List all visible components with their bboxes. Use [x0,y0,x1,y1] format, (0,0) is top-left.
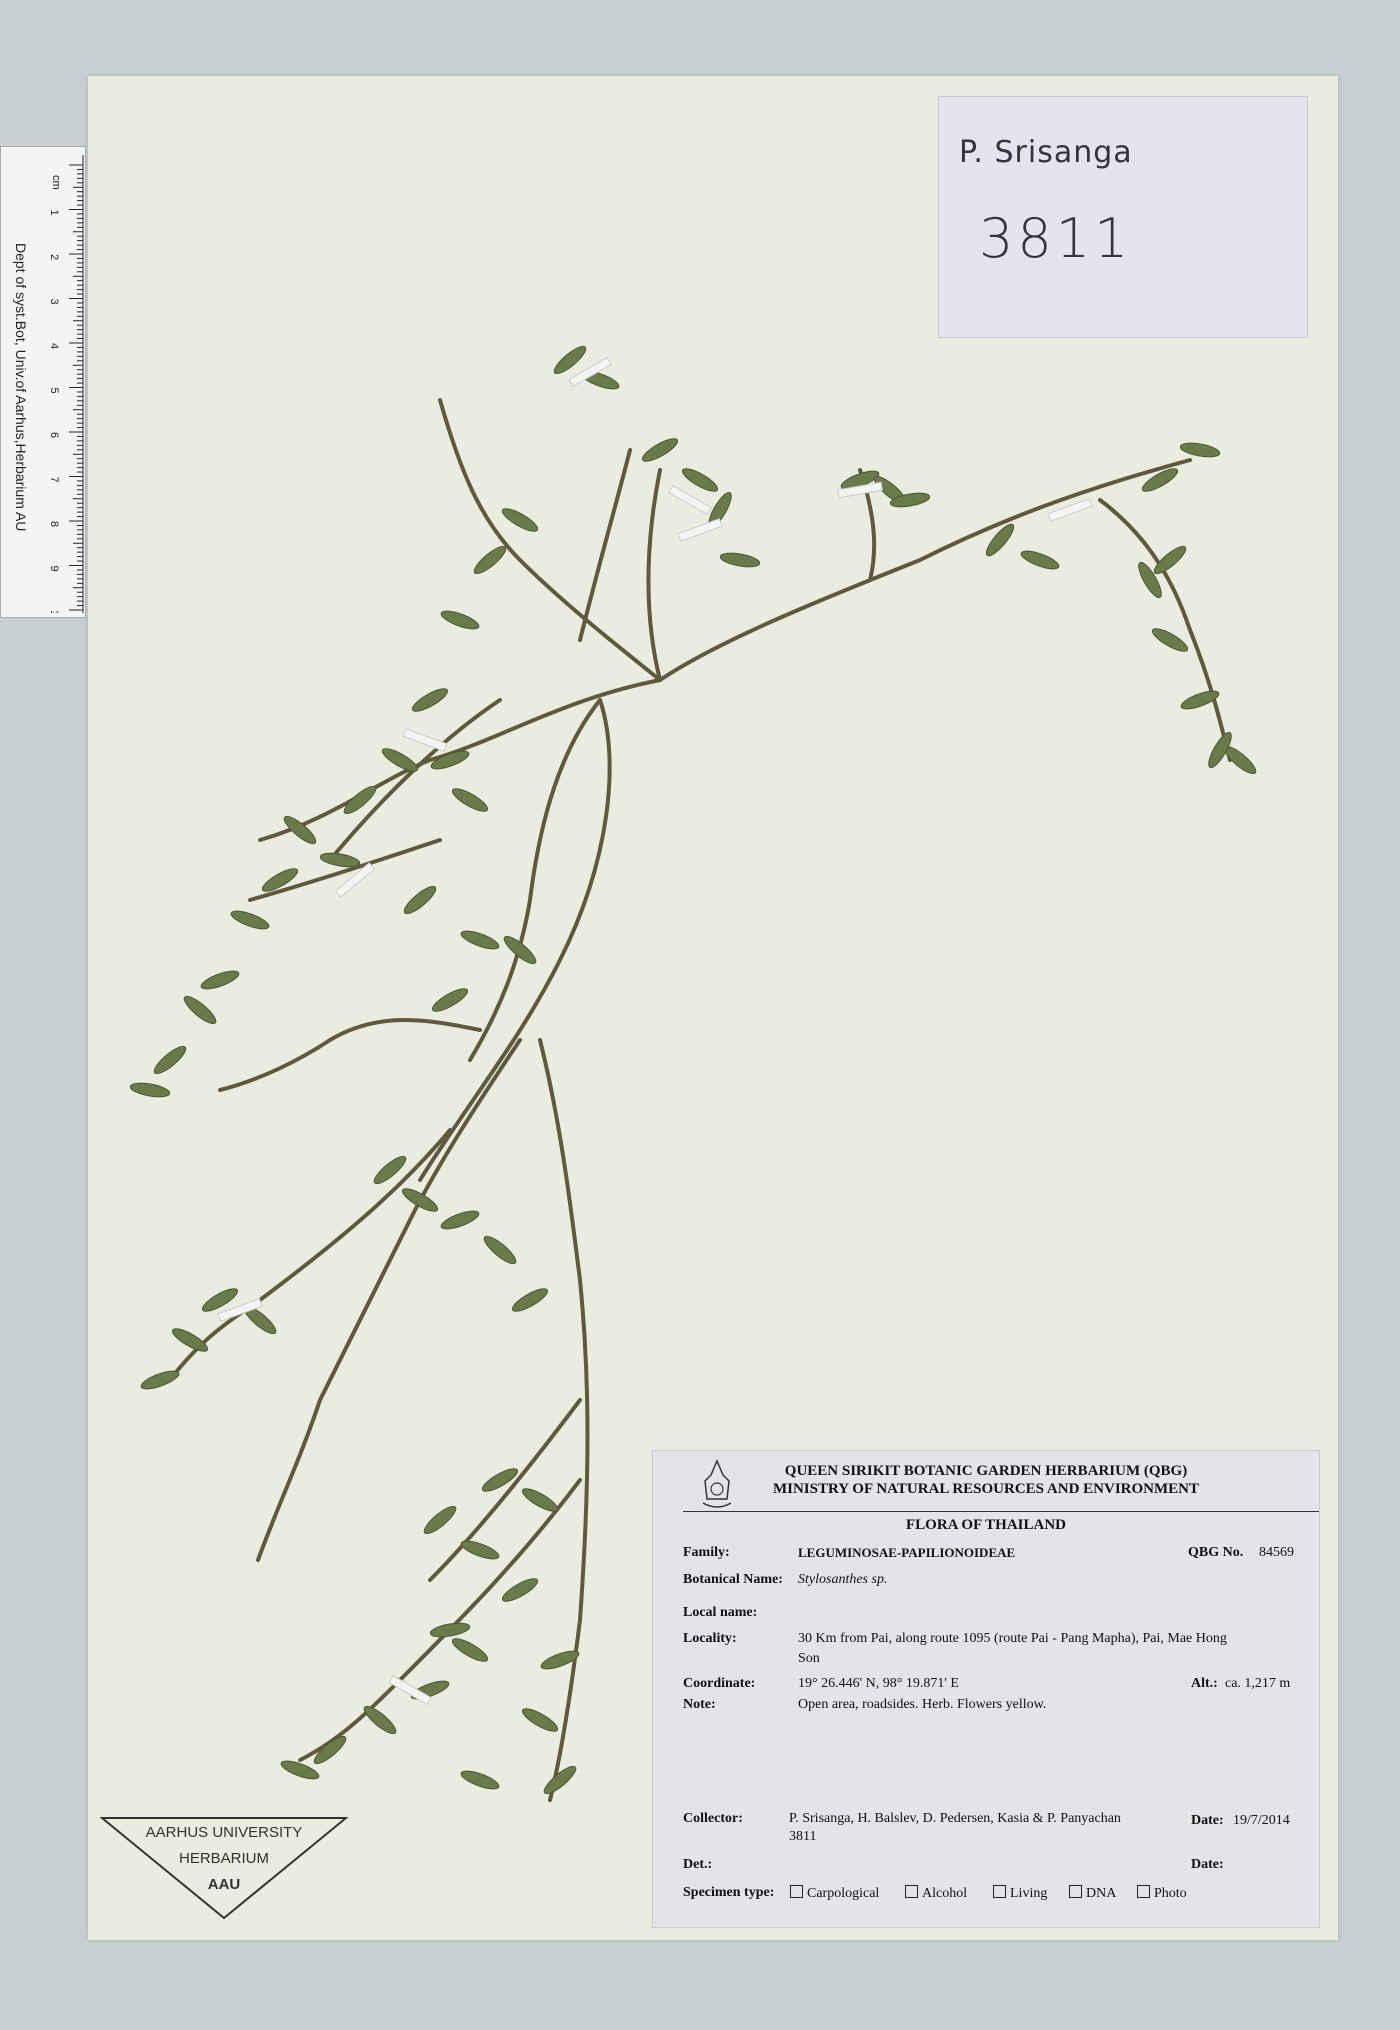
locality-line-2: Son [798,1651,820,1666]
handwritten-collector-name: P. Srisanga [959,135,1133,170]
specimen-type-carpological: Carpological [790,1885,879,1902]
scale-ruler: Dept of syst.Bot, Univ.of Aarhus,Herbari… [0,146,86,618]
qbg-no-label: QBG No. [1188,1545,1244,1560]
specimen-type-alcohol: Alcohol [905,1885,967,1902]
altitude-label: Alt.: [1191,1676,1218,1691]
coordinate-label: Coordinate: [683,1676,756,1691]
checkbox-icon [905,1885,918,1898]
ruler-cm-mark: 6 [48,432,60,438]
specimen-type-dna: DNA [1069,1885,1116,1902]
checkbox-icon [993,1885,1006,1898]
botanical-name-value: Stylosanthes sp. [798,1572,888,1587]
specimen-type-photo: Photo [1137,1885,1187,1902]
collector-line-2: 3811 [789,1829,817,1844]
stamp-line-2: HERBARIUM [178,1850,269,1867]
ruler-cm-mark: 3 [48,299,60,305]
local-name-label: Local name: [683,1605,758,1620]
handwritten-collection-number: 3811 [979,207,1133,270]
altitude-value: ca. 1,217 m [1225,1676,1291,1691]
note-value: Open area, roadsides. Herb. Flowers yell… [798,1697,1047,1712]
checkbox-icon [1137,1885,1150,1898]
ruler-institution-text: Dept of syst.Bot, Univ.of Aarhus,Herbari… [13,242,29,532]
locality-line-1: 30 Km from Pai, along route 1095 (route … [798,1631,1227,1646]
locality-label: Locality: [683,1631,737,1646]
stamp-line-1: AARHUS UNIVERSITY [145,1824,303,1841]
aarhus-herbarium-stamp: AARHUS UNIVERSITY HERBARIUM AAU [100,1816,348,1920]
collector-label: Collector: [683,1811,743,1826]
qbg-no-value: 84569 [1259,1545,1294,1560]
label-header-institution: QUEEN SIRIKIT BOTANIC GARDEN HERBARIUM (… [784,1463,1188,1479]
collector-line-1: P. Srisanga, H. Balslev, D. Pedersen, Ka… [789,1811,1121,1826]
ruler-scale: cm 1 2 3 4 5 6 7 8 9 10 [48,155,84,613]
collector-tag: P. Srisanga 3811 [938,96,1308,338]
determination-date-label: Date: [1191,1857,1224,1872]
ruler-cm-mark: 7 [48,477,60,483]
ruler-cm-mark: 1 [48,210,60,216]
label-divider [683,1511,1319,1512]
family-label: Family: [683,1545,730,1560]
botanical-name-label: Botanical Name: [683,1572,783,1587]
svg-text:cm: cm [50,175,62,190]
ruler-cm-mark: 8 [48,521,60,527]
ruler-cm-mark: 5 [48,388,60,394]
collection-date-label: Date: [1191,1813,1224,1828]
checkbox-icon [790,1885,803,1898]
herbarium-label: QUEEN SIRIKIT BOTANIC GARDEN HERBARIUM (… [652,1450,1320,1928]
ruler-cm-mark: 2 [48,254,60,260]
label-flora-title: FLORA OF THAILAND [905,1517,1067,1533]
checkbox-icon [1069,1885,1082,1898]
ruler-cm-mark: 4 [48,343,60,349]
family-value: LEGUMINOSAE-PAPILIONOIDEAE [798,1545,1016,1560]
ruler-cm-mark: 9 [48,566,60,572]
specimen-type-living: Living [993,1885,1047,1902]
determiner-label: Det.: [683,1857,713,1872]
label-header-ministry: MINISTRY OF NATURAL RESOURCES AND ENVIRO… [772,1481,1200,1497]
ruler-cm-mark: 10 [48,610,60,613]
specimen-type-label: Specimen type: [683,1885,775,1900]
stamp-line-3: AAU [207,1876,241,1893]
note-label: Note: [683,1697,716,1712]
coordinate-value: 19° 26.446' N, 98° 19.871' E [798,1676,959,1691]
collection-date-value: 19/7/2014 [1233,1813,1290,1828]
